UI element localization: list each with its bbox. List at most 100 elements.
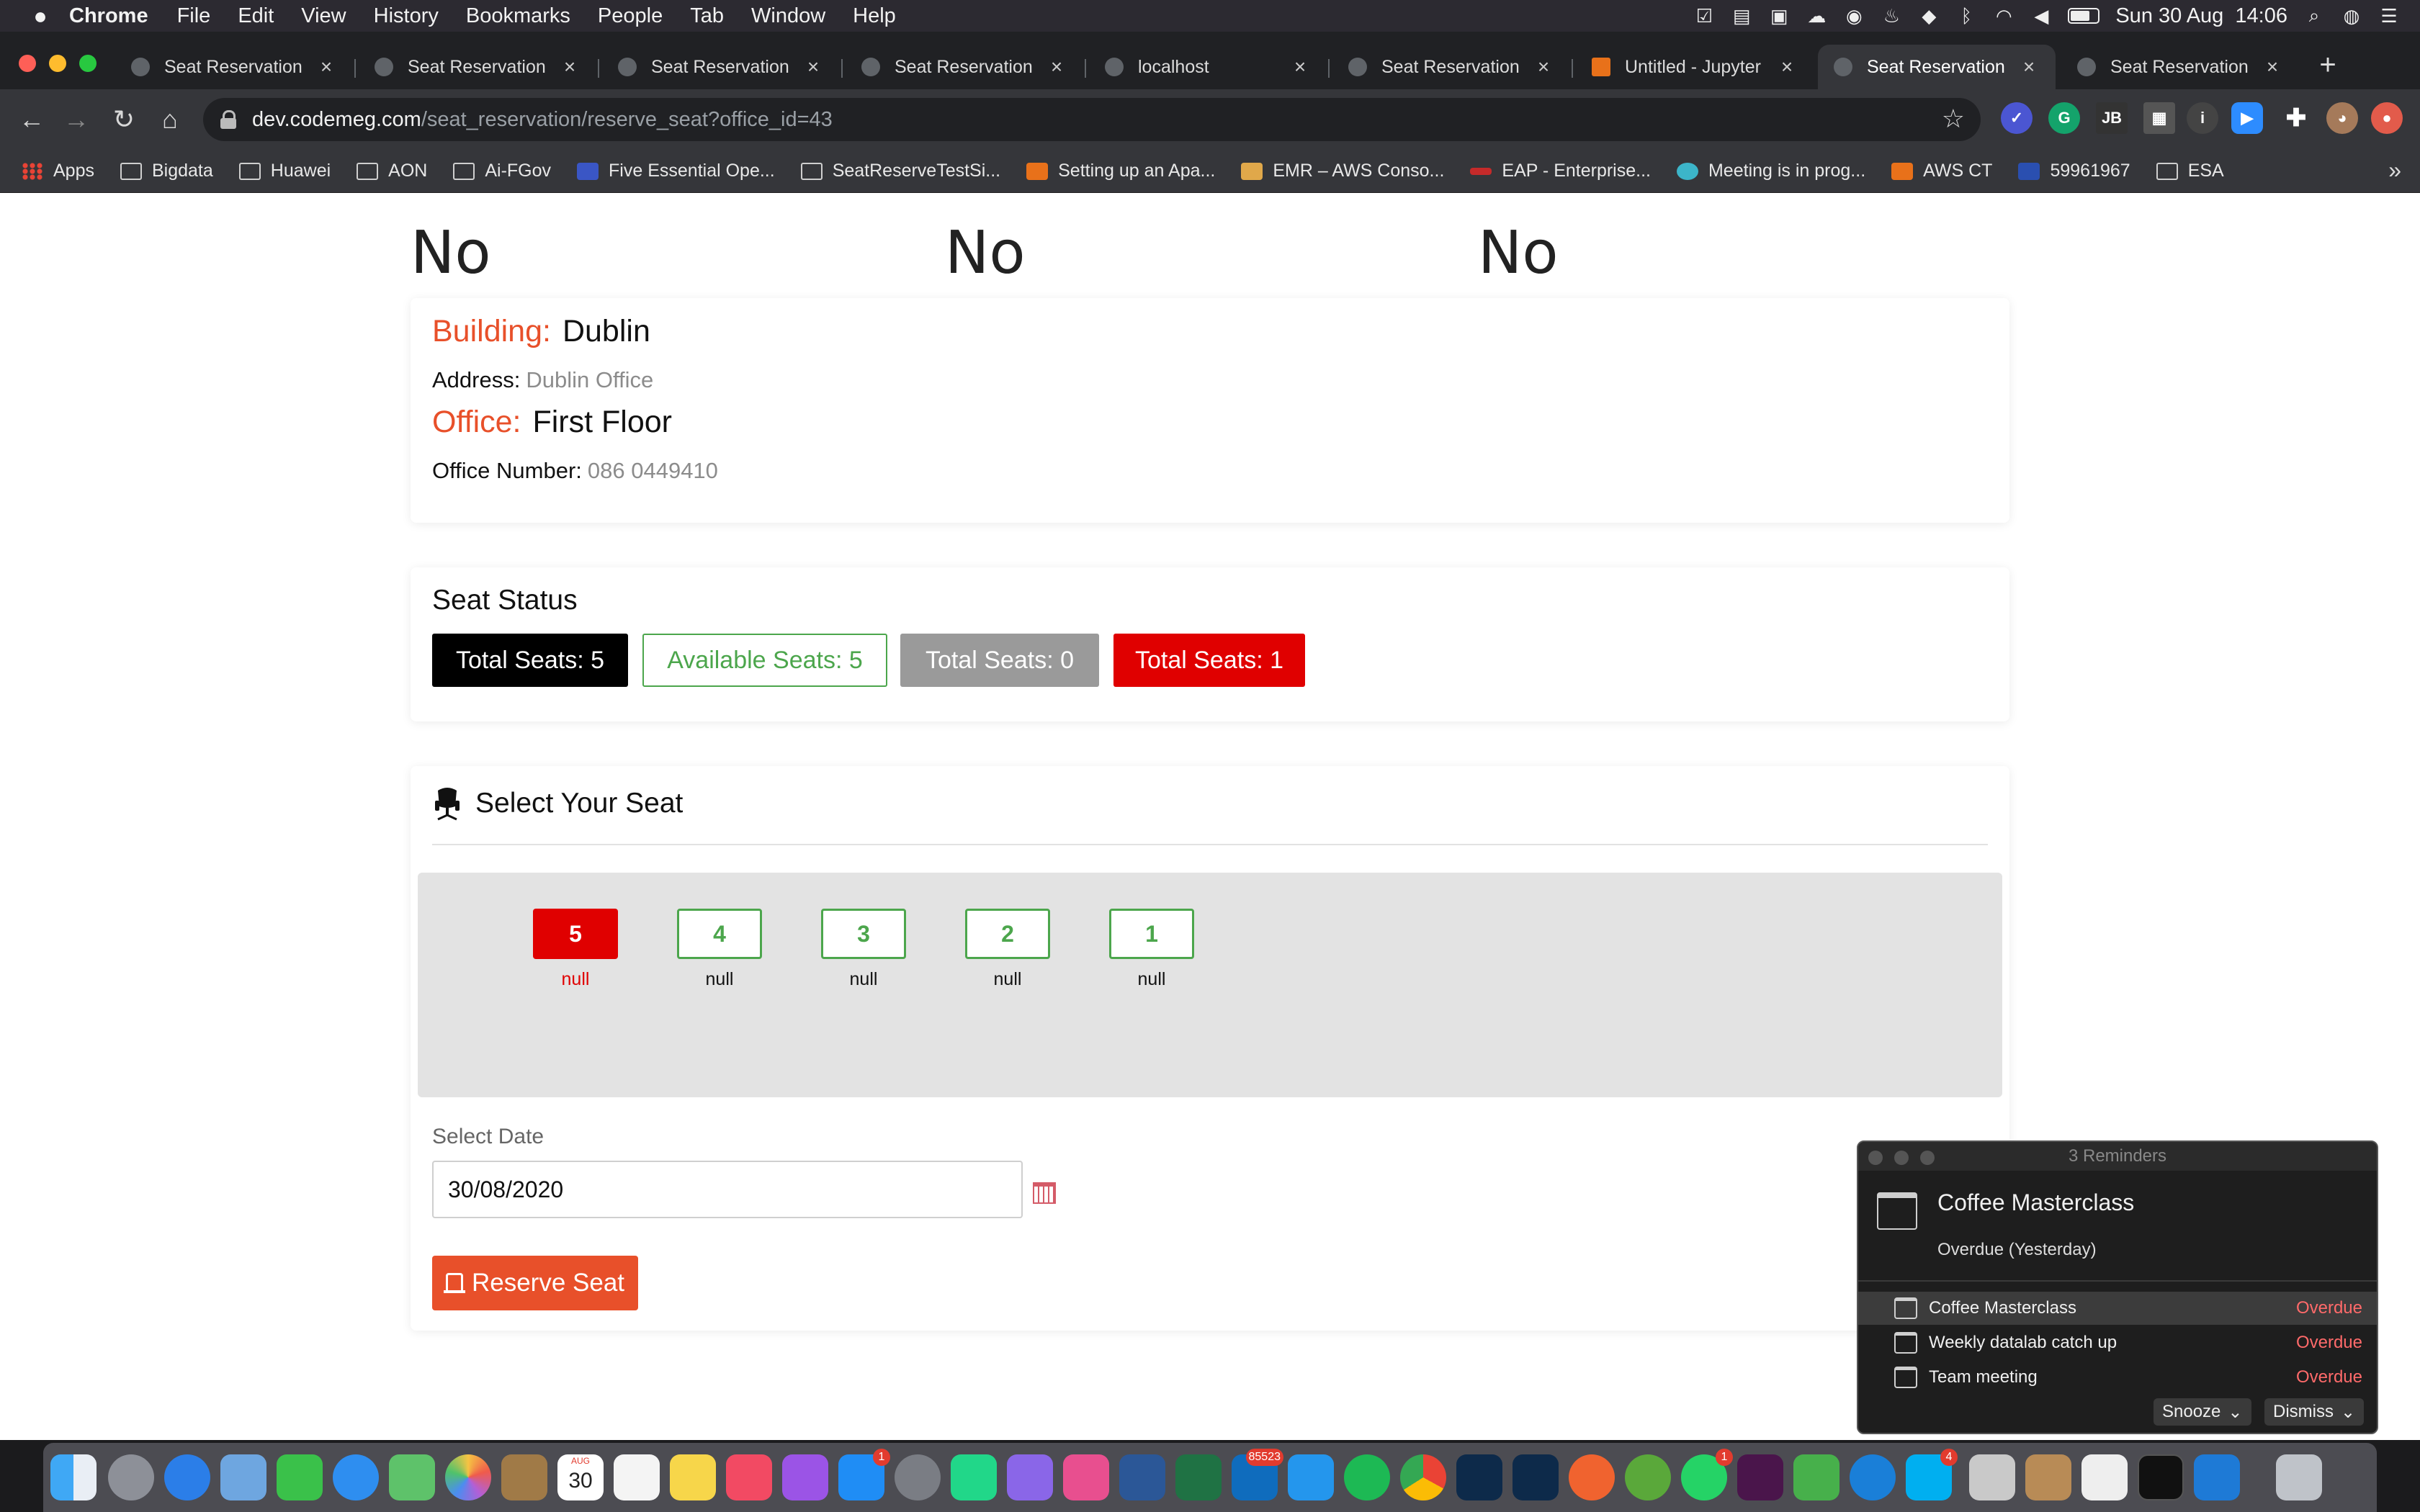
back-arrow-icon[interactable]: ←: [13, 101, 50, 138]
tab-3[interactable]: Seat Reservation ×: [602, 45, 840, 89]
tab-7[interactable]: Untitled - Jupyter ×: [1576, 45, 1814, 89]
contacts-icon[interactable]: [501, 1454, 547, 1500]
tab-close-icon[interactable]: ×: [1776, 55, 1798, 78]
preview-icon[interactable]: [2025, 1454, 2071, 1500]
bookmark-setting-up[interactable]: Setting up an Apa...: [1026, 161, 1215, 181]
battery-icon[interactable]: [2068, 8, 2100, 24]
skype-icon[interactable]: 4: [1906, 1449, 1958, 1500]
wifi-icon[interactable]: ◠: [1993, 5, 2015, 27]
slack-icon[interactable]: [1737, 1454, 1783, 1500]
bookmark-59961967[interactable]: 59961967: [2018, 161, 2130, 181]
sync-icon[interactable]: [1625, 1454, 1671, 1500]
home-icon[interactable]: ⌂: [151, 101, 189, 138]
photoshop-icon[interactable]: [1456, 1454, 1502, 1500]
finder-icon[interactable]: [50, 1454, 97, 1500]
reminders-zoom-button[interactable]: [1920, 1151, 1935, 1165]
tab-2[interactable]: Seat Reservation ×: [359, 45, 596, 89]
bookmark-emr-aws[interactable]: EMR – AWS Conso...: [1241, 161, 1444, 181]
bookmark-aon[interactable]: AON: [357, 161, 427, 181]
menu-people[interactable]: People: [598, 4, 663, 28]
zoom-extension-icon[interactable]: ▶: [2231, 102, 2263, 134]
profile-avatar[interactable]: ◕: [2326, 102, 2358, 134]
seat-4[interactable]: 4: [677, 909, 762, 959]
calendar-icon[interactable]: [1033, 1182, 1056, 1204]
excel-icon[interactable]: [1175, 1454, 1222, 1500]
grammarly-extension-icon[interactable]: G: [2048, 102, 2080, 134]
photos-icon[interactable]: [445, 1454, 491, 1500]
reminder-item[interactable]: Weekly datalab catch up Overdue: [1858, 1326, 2377, 1359]
maps-icon[interactable]: [389, 1454, 435, 1500]
tab-9[interactable]: Seat Reservation ×: [2061, 45, 2299, 89]
safari-icon[interactable]: [164, 1454, 210, 1500]
tab-5[interactable]: localhost ×: [1089, 45, 1327, 89]
menu-bookmarks[interactable]: Bookmarks: [466, 4, 570, 28]
dropbox-tray-icon[interactable]: ◆: [1918, 5, 1940, 27]
dismiss-button[interactable]: Dismiss ⌄: [2264, 1398, 2365, 1426]
new-tab-button[interactable]: +: [2313, 49, 2342, 85]
tab-1[interactable]: Seat Reservation ×: [115, 45, 353, 89]
mail-icon[interactable]: [220, 1454, 266, 1500]
menu-tab[interactable]: Tab: [690, 4, 724, 28]
bookmark-huawei[interactable]: Huawei: [238, 161, 331, 181]
terminal-icon[interactable]: [2138, 1454, 2184, 1500]
bookmarks-overflow-button[interactable]: »: [2388, 157, 2401, 184]
tab-close-icon[interactable]: ×: [559, 55, 581, 78]
notification-center-icon[interactable]: ☰: [2378, 5, 2400, 27]
word-icon[interactable]: [1119, 1454, 1165, 1500]
reminders-close-button[interactable]: [1868, 1151, 1883, 1165]
bookmark-aws-ct[interactable]: AWS CT: [1891, 161, 1992, 181]
vscode-icon[interactable]: [2194, 1454, 2240, 1500]
menu-datetime[interactable]: Sun 30 Aug 14:06: [2115, 4, 2287, 28]
extensions-puzzle-icon[interactable]: ✚: [2280, 102, 2312, 134]
user-tray-icon[interactable]: ◍: [2341, 5, 2362, 27]
todo-extension-icon[interactable]: ✓: [2001, 102, 2033, 134]
bookmark-eap[interactable]: EAP - Enterprise...: [1470, 161, 1651, 181]
reserve-seat-button[interactable]: Reserve Seat: [432, 1256, 638, 1310]
tab-6[interactable]: Seat Reservation ×: [1332, 45, 1570, 89]
facetime-icon[interactable]: [277, 1454, 323, 1500]
downloads-stack-icon[interactable]: [1969, 1454, 2015, 1500]
menu-view[interactable]: View: [301, 4, 346, 28]
bookmark-esa[interactable]: ESA: [2156, 161, 2224, 181]
bookmark-seatreserve[interactable]: SeatReserveTestSi...: [800, 161, 1000, 181]
flame-tray-icon[interactable]: ♨: [1881, 5, 1902, 27]
bluetooth-icon[interactable]: ᛒ: [1955, 5, 1977, 27]
reminders-app-icon[interactable]: [614, 1454, 660, 1500]
reload-icon[interactable]: ↻: [105, 101, 143, 138]
volume-icon[interactable]: ◀: [2030, 5, 2052, 27]
spotify-icon[interactable]: [1344, 1454, 1390, 1500]
forward-arrow-icon[interactable]: →: [58, 101, 95, 138]
app-store-icon[interactable]: 1: [838, 1449, 890, 1500]
document-icon[interactable]: [2081, 1454, 2128, 1500]
seat-1[interactable]: 1: [1109, 909, 1194, 959]
info-extension-icon[interactable]: i: [2187, 102, 2218, 134]
chat-tray-icon[interactable]: ▣: [1768, 5, 1790, 27]
reminder-item[interactable]: Coffee Masterclass Overdue: [1858, 1292, 2377, 1325]
seat-2[interactable]: 2: [965, 909, 1050, 959]
seat-5[interactable]: 5: [533, 909, 618, 959]
datagrip-icon[interactable]: [1007, 1454, 1053, 1500]
podcasts-icon[interactable]: [782, 1454, 828, 1500]
tab-close-icon[interactable]: ×: [1046, 55, 1067, 78]
jetbrains-extension-icon[interactable]: JB: [2096, 102, 2128, 134]
bookmark-apps[interactable]: Apps: [22, 161, 94, 181]
launchpad-icon[interactable]: [108, 1454, 154, 1500]
menu-app-name[interactable]: Chrome: [69, 4, 148, 28]
pycharm-icon[interactable]: [951, 1454, 997, 1500]
snooze-button[interactable]: Snooze ⌄: [2154, 1398, 2251, 1426]
outlook-icon[interactable]: 85523: [1232, 1449, 1283, 1500]
tab-close-icon[interactable]: ×: [802, 55, 824, 78]
lightroom-icon[interactable]: [1512, 1454, 1559, 1500]
lock-icon[interactable]: [220, 110, 236, 129]
close-window-button[interactable]: [19, 55, 36, 72]
messages-icon[interactable]: [333, 1454, 379, 1500]
seat-3[interactable]: 3: [821, 909, 906, 959]
tab-4[interactable]: Seat Reservation ×: [846, 45, 1083, 89]
bookmark-star-icon[interactable]: ☆: [1942, 104, 1965, 134]
reminder-item[interactable]: Team meeting Overdue: [1858, 1361, 2377, 1394]
minimize-window-button[interactable]: [49, 55, 66, 72]
camtasia-icon[interactable]: [1793, 1454, 1839, 1500]
tab-close-icon[interactable]: ×: [1289, 55, 1311, 78]
bookmark-meeting[interactable]: Meeting is in prog...: [1676, 161, 1865, 181]
whatsapp-icon[interactable]: 1: [1681, 1449, 1733, 1500]
